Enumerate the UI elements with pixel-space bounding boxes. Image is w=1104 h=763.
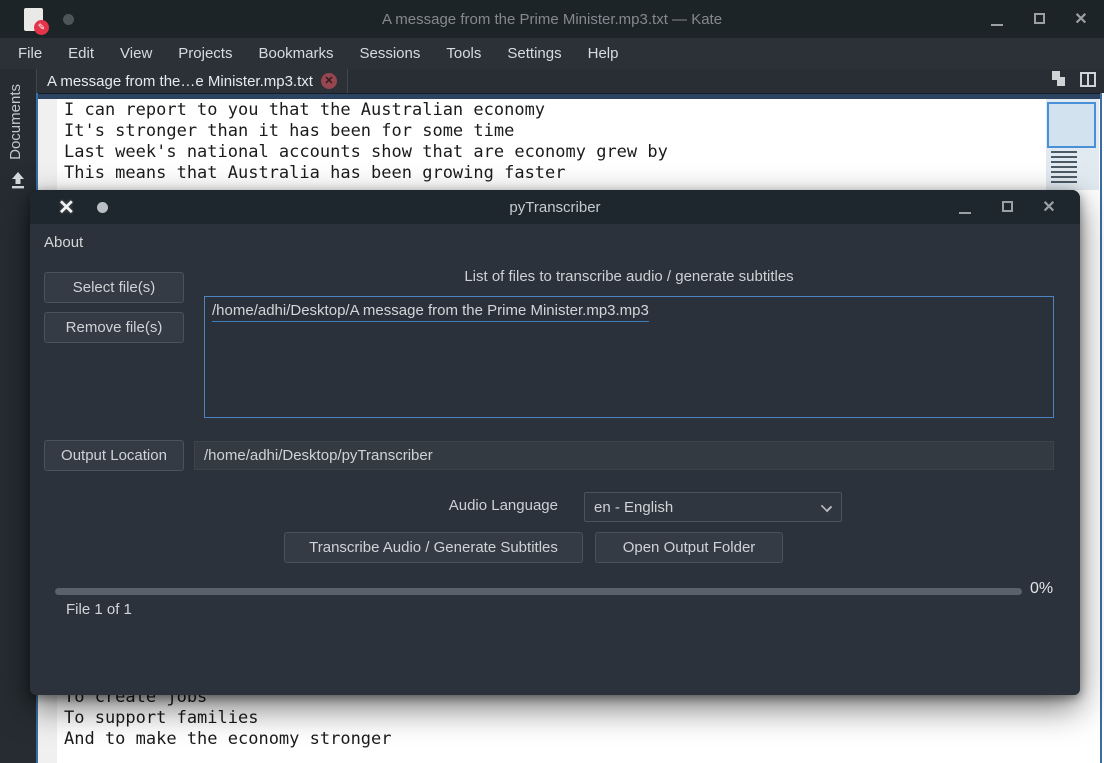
audio-language-selected: en - English	[594, 499, 673, 516]
menu-help[interactable]: Help	[588, 45, 619, 62]
menu-sessions[interactable]: Sessions	[360, 45, 421, 62]
kate-maximize-button[interactable]	[1030, 11, 1048, 28]
document-switcher-icon[interactable]	[1050, 71, 1066, 87]
menu-view[interactable]: View	[120, 45, 152, 62]
editor-text-top: I can report to you that the Australian …	[64, 100, 668, 184]
menu-bookmarks[interactable]: Bookmarks	[258, 45, 333, 62]
editor-text-bottom: To create jobsTo support familiesAnd to …	[64, 687, 392, 750]
editor-focus-frame-right	[1100, 93, 1102, 763]
editor-line: Last week's national accounts show that …	[64, 142, 668, 163]
select-files-button[interactable]: Select file(s)	[44, 272, 184, 303]
remove-files-button[interactable]: Remove file(s)	[44, 312, 184, 343]
minimap-viewport-handle[interactable]	[1047, 102, 1096, 148]
editor-line: To support families	[64, 708, 392, 729]
progress-percent: 0%	[1030, 580, 1070, 598]
pytranscriber-close-button[interactable]: ✕	[1040, 197, 1058, 217]
kate-minimize-button[interactable]	[988, 11, 1006, 28]
kate-close-button[interactable]: ✕	[1072, 9, 1090, 29]
audio-language-dropdown[interactable]: en - English	[584, 492, 842, 522]
menu-edit[interactable]: Edit	[68, 45, 94, 62]
menu-settings[interactable]: Settings	[507, 45, 561, 62]
file-list-item[interactable]: /home/adhi/Desktop/A message from the Pr…	[212, 302, 649, 322]
pytranscriber-app-icon: ✕	[58, 195, 75, 220]
kate-window-title: A message from the Prime Minister.mp3.tx…	[0, 11, 1104, 28]
pytranscriber-window-title: pyTranscriber	[30, 199, 1080, 216]
kate-tabbar: A message from the…e Minister.mp3.txt ✕	[0, 69, 1104, 93]
kate-titlebar-dot-icon	[63, 14, 74, 25]
pytranscriber-window: ✕ pyTranscriber ✕ About Select file(s) R…	[30, 190, 1080, 695]
transcribe-button[interactable]: Transcribe Audio / Generate Subtitles	[284, 532, 583, 563]
sidebar-item-documents[interactable]: Documents	[7, 84, 24, 160]
output-location-button[interactable]: Output Location	[44, 440, 184, 471]
output-path-field[interactable]: /home/adhi/Desktop/pyTranscriber	[194, 441, 1054, 470]
pytranscriber-minimize-button[interactable]	[956, 199, 974, 216]
editor-line: This means that Australia has been growi…	[64, 163, 668, 184]
progress-bar	[55, 588, 1022, 595]
file-counter: File 1 of 1	[66, 601, 132, 618]
kate-menubar: File Edit View Projects Bookmarks Sessio…	[0, 38, 1104, 69]
tab-close-icon[interactable]: ✕	[321, 73, 337, 89]
pytranscriber-menubar: About	[30, 224, 1080, 261]
document-tab-label: A message from the…e Minister.mp3.txt	[47, 73, 313, 90]
menu-file[interactable]: File	[18, 45, 42, 62]
open-output-folder-button[interactable]: Open Output Folder	[595, 532, 783, 563]
document-tab[interactable]: A message from the…e Minister.mp3.txt ✕	[36, 69, 348, 93]
menu-about[interactable]: About	[44, 234, 83, 251]
editor-line: I can report to you that the Australian …	[64, 100, 668, 121]
minimap-text-preview	[1051, 151, 1077, 185]
kate-pencil-badge-icon: ✎	[34, 20, 49, 35]
editor-focus-frame-top	[36, 93, 1102, 99]
pytranscriber-titlebar: ✕ pyTranscriber ✕	[30, 190, 1080, 224]
audio-language-label: Audio Language	[434, 497, 558, 514]
chevron-down-icon	[821, 501, 832, 512]
split-view-icon[interactable]	[1080, 72, 1096, 87]
pytranscriber-titlebar-dot-icon	[97, 202, 108, 213]
file-list[interactable]: /home/adhi/Desktop/A message from the Pr…	[204, 296, 1054, 418]
kate-app-icon: ✎	[24, 8, 43, 31]
editor-line: And to make the economy stronger	[64, 729, 392, 750]
kate-titlebar: ✎ A message from the Prime Minister.mp3.…	[0, 0, 1104, 38]
menu-projects[interactable]: Projects	[178, 45, 232, 62]
menu-tools[interactable]: Tools	[446, 45, 481, 62]
arrow-up-icon[interactable]	[9, 170, 27, 190]
editor-line: It's stronger than it has been for some …	[64, 121, 668, 142]
pytranscriber-maximize-button[interactable]	[998, 199, 1016, 216]
file-list-label: List of files to transcribe audio / gene…	[204, 268, 1054, 285]
